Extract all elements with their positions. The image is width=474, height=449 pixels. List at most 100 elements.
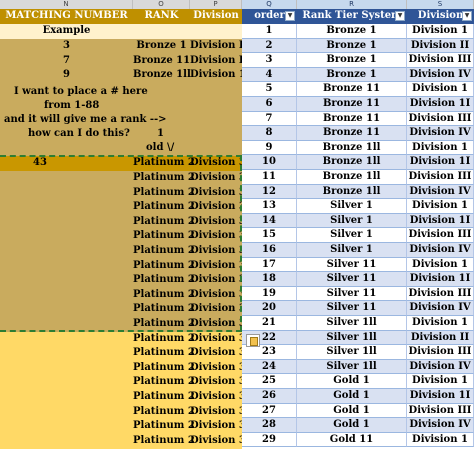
tier-cell[interactable]: Bronze 1 <box>297 38 407 54</box>
order-cell[interactable]: 29 <box>242 432 297 448</box>
tier-cell[interactable]: Bronze 11 <box>297 97 407 112</box>
tier-cell[interactable]: Gold 1 <box>297 403 407 419</box>
division-cell[interactable]: Division III <box>407 228 474 243</box>
order-cell[interactable]: 5 <box>242 82 297 97</box>
tier-cell[interactable]: Silver 11 <box>297 286 407 302</box>
tier-cell[interactable]: Silver 11 <box>297 257 407 273</box>
division-cell[interactable]: Division 1I <box>407 389 474 404</box>
tier-header[interactable]: Rank Tier System ▼ <box>297 9 407 24</box>
column-header-r[interactable]: R <box>297 0 407 9</box>
order-cell[interactable]: 3 <box>242 53 297 68</box>
order-cell[interactable]: 12 <box>242 184 297 200</box>
order-cell[interactable]: 27 <box>242 403 297 419</box>
tier-cell[interactable]: Bronze 1 <box>297 67 407 83</box>
order-cell[interactable]: 15 <box>242 228 297 243</box>
order-cell[interactable]: 28 <box>242 418 297 433</box>
order-cell[interactable]: 16 <box>242 243 297 258</box>
tier-cell[interactable]: Silver 1ll <box>297 316 407 331</box>
division-cell[interactable]: Division 1 <box>407 140 474 156</box>
order-cell[interactable]: 18 <box>242 272 297 287</box>
tier-cell[interactable]: Bronze 11 <box>297 111 407 127</box>
order-cell[interactable]: 21 <box>242 316 297 331</box>
dropdown-arrow-icon[interactable]: ▼ <box>285 11 295 21</box>
tier-cell[interactable]: Bronze 1ll <box>297 155 407 170</box>
division-cell[interactable]: Division II <box>407 38 474 54</box>
order-cell[interactable]: 19 <box>242 286 297 302</box>
division-cell[interactable]: Division 1 <box>407 24 474 39</box>
right-division-header[interactable]: Division ▼ <box>407 9 474 24</box>
division-cell[interactable]: Division III <box>407 53 474 68</box>
division-cell[interactable]: Division IV <box>407 67 474 83</box>
division-cell[interactable]: Division II <box>407 330 474 346</box>
division-cell[interactable]: Division IV <box>407 184 474 200</box>
dropdown-arrow-icon[interactable]: ▼ <box>395 11 405 21</box>
order-cell[interactable]: 1 <box>242 24 297 39</box>
division-cell[interactable]: Division III <box>407 345 474 360</box>
division-cell[interactable]: Division 1 <box>407 374 474 389</box>
order-cell[interactable]: 25 <box>242 374 297 389</box>
order-cell[interactable]: 13 <box>242 199 297 214</box>
division-cell[interactable]: Division 1 <box>407 199 474 214</box>
division-cell[interactable]: Division III <box>407 170 474 185</box>
division-cell[interactable]: Division III <box>407 403 474 419</box>
order-cell[interactable]: 14 <box>242 213 297 229</box>
column-header-n[interactable]: N <box>0 0 133 9</box>
division-cell[interactable]: Division 1I <box>407 155 474 170</box>
order-cell[interactable]: 23 <box>242 345 297 360</box>
division-cell[interactable]: Division III <box>407 286 474 302</box>
tier-cell[interactable]: Silver 1 <box>297 199 407 214</box>
division-cell[interactable]: Division IV <box>407 126 474 141</box>
division-cell[interactable]: Division IV <box>407 359 474 375</box>
order-cell[interactable]: 20 <box>242 301 297 316</box>
division-cell[interactable]: Division 1I <box>407 213 474 229</box>
tier-cell[interactable]: Bronze 11 <box>297 126 407 141</box>
tier-cell[interactable]: Bronze 1ll <box>297 140 407 156</box>
order-cell[interactable]: 11 <box>242 170 297 185</box>
order-cell[interactable]: 2 <box>242 38 297 54</box>
tier-cell[interactable]: Gold 1 <box>297 374 407 389</box>
dropdown-arrow-icon[interactable]: ▼ <box>462 11 472 21</box>
division-cell[interactable]: Division 1 <box>407 257 474 273</box>
tier-cell[interactable]: Bronze 1ll <box>297 170 407 185</box>
left-division-header[interactable]: Division <box>190 9 242 24</box>
division-cell[interactable]: Division 1 <box>407 432 474 448</box>
tier-cell[interactable]: Silver 1 <box>297 243 407 258</box>
division-cell[interactable]: Division IV <box>407 418 474 433</box>
tier-cell[interactable]: Gold 1 <box>297 389 407 404</box>
column-header-s[interactable]: S <box>407 0 474 9</box>
division-cell[interactable]: Division 1 <box>407 316 474 331</box>
tier-cell[interactable]: Silver 1ll <box>297 359 407 375</box>
division-cell[interactable]: Division 1 <box>407 82 474 97</box>
order-cell[interactable]: 24 <box>242 359 297 375</box>
tier-cell[interactable]: Bronze 1 <box>297 53 407 68</box>
column-header-p[interactable]: P <box>190 0 242 9</box>
order-header[interactable]: order ▼ <box>242 9 297 24</box>
tier-cell[interactable]: Silver 1 <box>297 228 407 243</box>
rank-header[interactable]: RANK <box>133 9 190 24</box>
tier-cell[interactable]: Silver 1ll <box>297 345 407 360</box>
division-cell[interactable]: Division III <box>407 111 474 127</box>
tier-cell[interactable]: Bronze 1 <box>297 24 407 39</box>
division-cell[interactable]: Division IV <box>407 301 474 316</box>
tier-cell[interactable]: Silver 1 <box>297 213 407 229</box>
tier-cell[interactable]: Bronze 11 <box>297 82 407 97</box>
paste-options-icon[interactable] <box>246 334 260 347</box>
column-header-o[interactable]: O <box>133 0 190 9</box>
order-cell[interactable]: 9 <box>242 140 297 156</box>
tier-cell[interactable]: Silver 11 <box>297 272 407 287</box>
division-cell[interactable]: Division 1I <box>407 97 474 112</box>
order-cell[interactable]: 8 <box>242 126 297 141</box>
order-cell[interactable]: 10 <box>242 155 297 170</box>
order-cell[interactable]: 7 <box>242 111 297 127</box>
tier-cell[interactable]: Gold 1 <box>297 418 407 433</box>
division-cell[interactable]: Division IV <box>407 243 474 258</box>
order-cell[interactable]: 6 <box>242 97 297 112</box>
division-cell[interactable]: Division 1I <box>407 272 474 287</box>
tier-cell[interactable]: Bronze 1ll <box>297 184 407 200</box>
order-cell[interactable]: 26 <box>242 389 297 404</box>
order-cell[interactable]: 17 <box>242 257 297 273</box>
matching-number-header[interactable]: MATCHING NUMBER <box>0 9 133 24</box>
tier-cell[interactable]: Silver 1ll <box>297 330 407 346</box>
order-cell[interactable]: 4 <box>242 67 297 83</box>
tier-cell[interactable]: Gold 11 <box>297 432 407 448</box>
